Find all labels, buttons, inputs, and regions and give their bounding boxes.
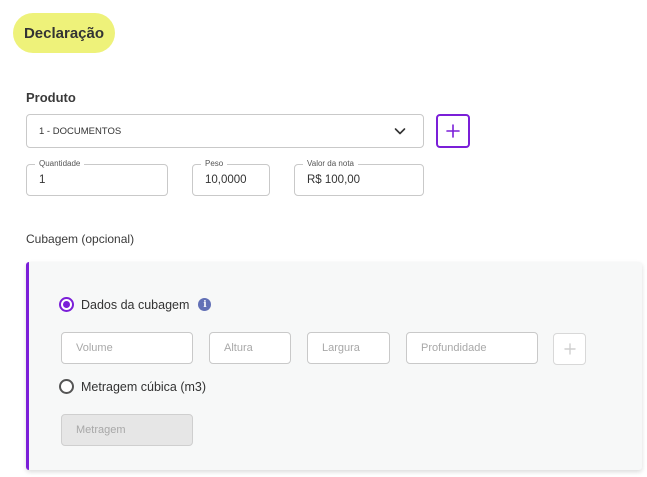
metragem-input[interactable]: Metragem [61,414,193,446]
altura-input[interactable]: Altura [209,332,291,364]
cubagem-card: Dados da cubagem i Volume Altura Largura… [26,262,642,470]
largura-input[interactable]: Largura [307,332,390,364]
cubagem-label: Cubagem (opcional) [26,232,135,246]
quantidade-value: 1 [39,174,46,186]
volume-input[interactable]: Volume [61,332,193,364]
profundidade-input[interactable]: Profundidade [406,332,538,364]
add-produto-button[interactable] [436,114,470,148]
metragem-cubica-label: Metragem cúbica (m3) [81,379,207,394]
quantidade-field[interactable]: Quantidade 1 [26,158,168,196]
valor-nota-value: R$ 100,00 [307,174,361,186]
quantidade-label: Quantidade [35,158,85,170]
produto-select-value: 1 - DOCUMENTOS [39,125,122,137]
chevron-down-icon [394,128,406,135]
valor-nota-field[interactable]: Valor da nota R$ 100,00 [294,158,424,196]
plus-icon [563,343,576,355]
produto-select[interactable]: 1 - DOCUMENTOS [26,114,424,148]
dados-cubagem-label: Dados da cubagem [81,297,190,312]
valor-nota-label: Valor da nota [303,158,358,170]
section-title-pill: Declaração [13,13,115,53]
section-title: Declaração [23,24,105,42]
plus-icon [446,124,460,138]
dados-cubagem-radio[interactable] [59,297,74,312]
metragem-cubica-option[interactable]: Metragem cúbica (m3) [59,379,206,394]
metragem-cubica-radio[interactable] [59,379,74,394]
info-icon[interactable]: i [198,298,212,311]
metragem-placeholder: Metragem [76,424,126,436]
profundidade-placeholder: Profundidade [421,342,487,354]
volume-placeholder: Volume [76,342,113,354]
produto-label: Produto [26,90,76,105]
peso-field[interactable]: Peso 10,0000 [192,158,270,196]
peso-value: 10,0000 [205,174,247,186]
dados-cubagem-option[interactable]: Dados da cubagem i [59,297,212,312]
largura-placeholder: Largura [322,342,360,354]
peso-label: Peso [201,158,228,170]
add-cubagem-button[interactable] [553,333,586,365]
altura-placeholder: Altura [224,342,253,354]
